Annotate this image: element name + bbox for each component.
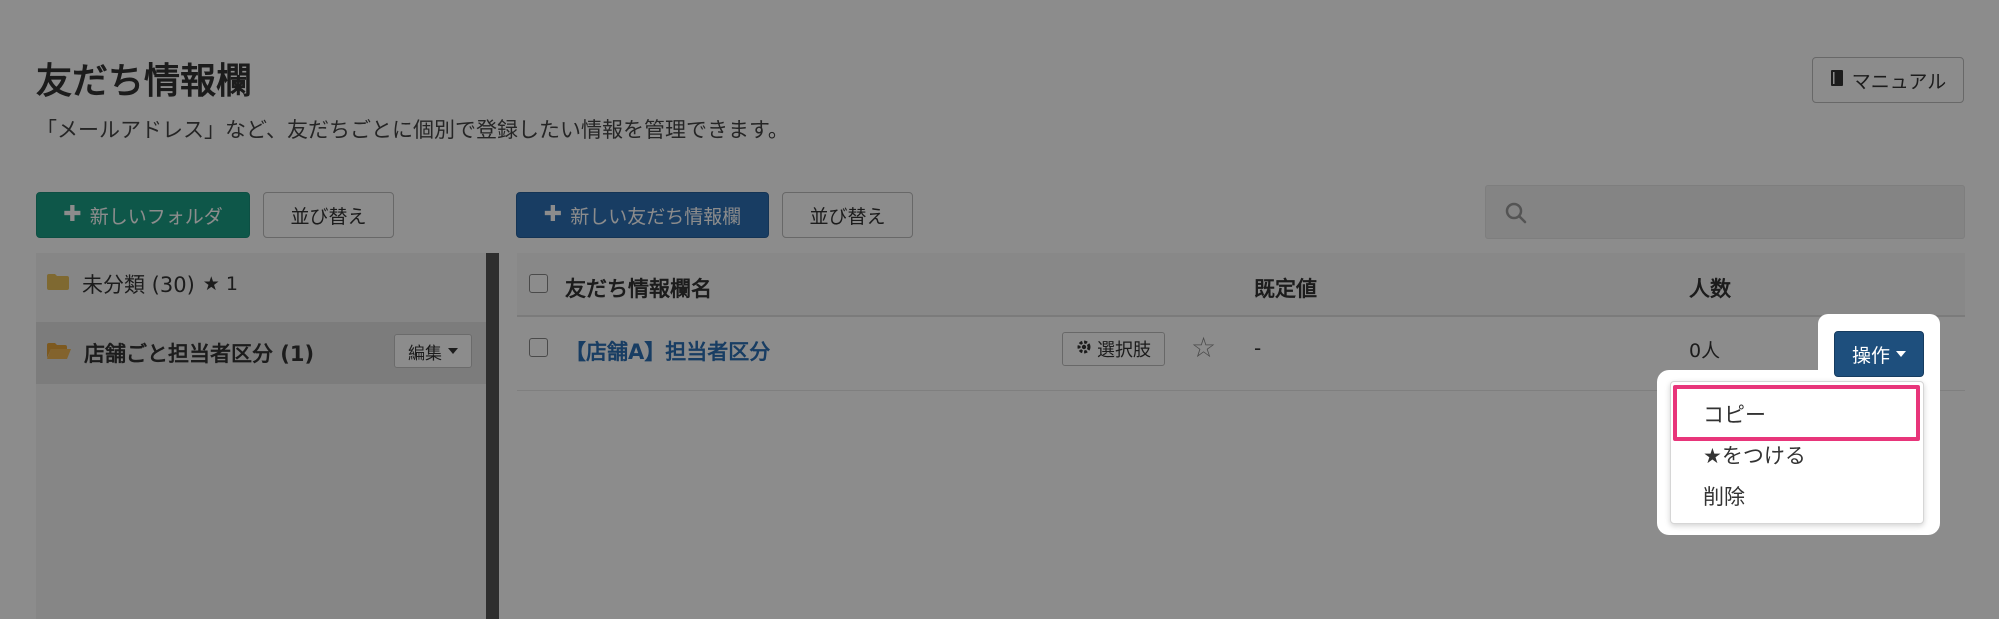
chevron-down-icon (1896, 351, 1906, 357)
action-label: 操作 (1851, 344, 1890, 367)
highlight-box (1673, 385, 1920, 441)
menu-item-delete[interactable]: 削除 (1703, 481, 1745, 511)
action-button[interactable]: 操作 (1834, 331, 1924, 377)
menu-item-star[interactable]: ★をつける (1703, 440, 1806, 470)
